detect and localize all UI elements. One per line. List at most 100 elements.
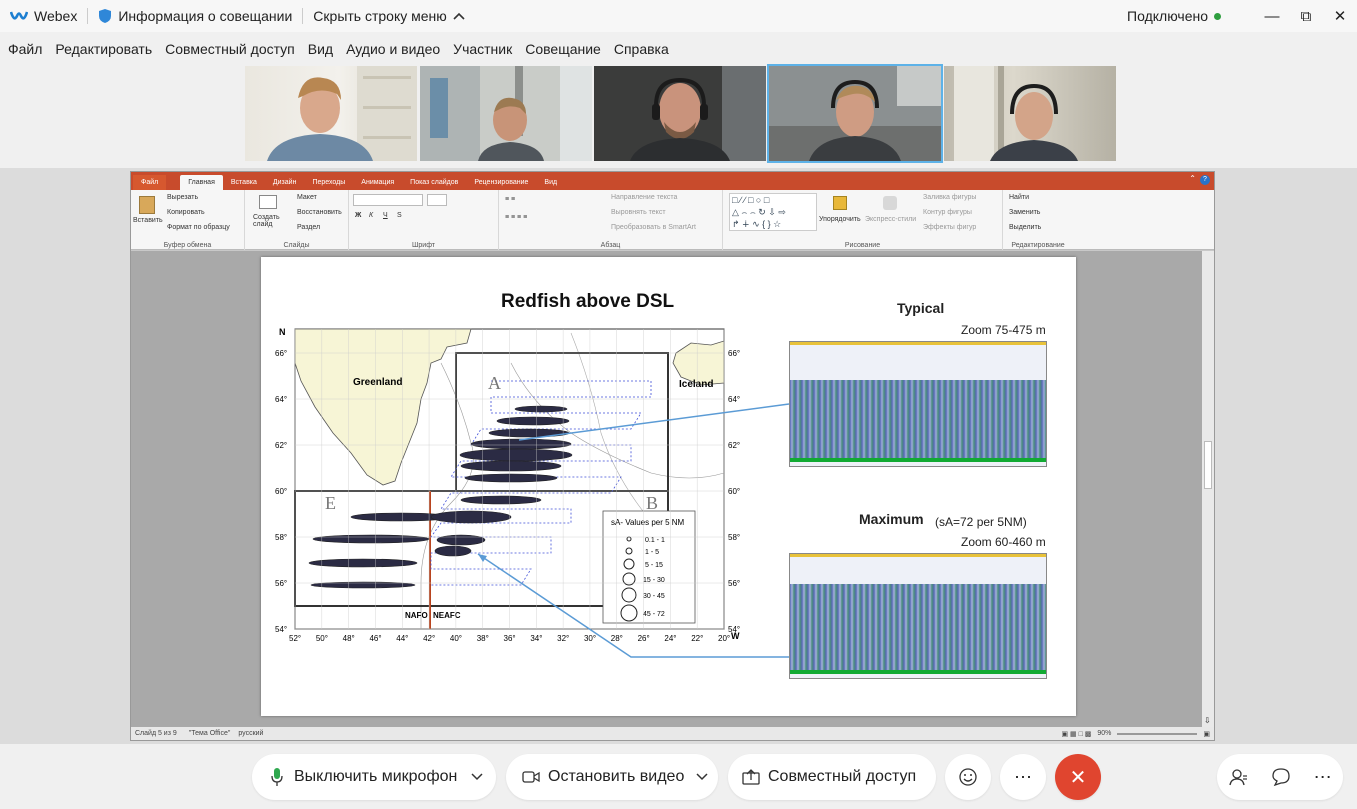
share-button[interactable]: Совместный доступ <box>728 754 936 800</box>
cut-button[interactable]: Вырезать <box>167 194 198 201</box>
scroll-thumb[interactable] <box>1204 441 1212 489</box>
menu-meeting[interactable]: Совещание <box>525 41 601 57</box>
format-painter-button[interactable]: Формат по образцу <box>167 224 230 231</box>
collapse-ribbon-icon[interactable]: ⌃ <box>1189 174 1196 183</box>
tab-insert[interactable]: Вставка <box>223 175 265 190</box>
select-button[interactable]: Выделить <box>1009 224 1041 231</box>
participant-video-1[interactable] <box>245 66 417 161</box>
strikethrough-icon[interactable]: S <box>397 212 402 219</box>
participant-video-4[interactable] <box>767 64 943 163</box>
arrange-button[interactable]: Упорядочить <box>819 216 861 223</box>
view-buttons[interactable]: ▣ ▦ □ ▩ <box>1061 730 1091 738</box>
fit-slide-icon[interactable]: ▣ <box>1203 730 1210 738</box>
lon-label: 42° <box>423 634 435 643</box>
lon-label: 32° <box>557 634 569 643</box>
group-font: Ж К Ч S Шрифт <box>349 190 499 250</box>
vertical-scrollbar[interactable]: ⇩ <box>1202 251 1214 729</box>
lon-label: 46° <box>369 634 381 643</box>
slide[interactable]: Redfish above DSL sA- Values per 5 NM 0.… <box>261 257 1076 716</box>
chevron-down-icon[interactable] <box>471 773 483 781</box>
paste-button[interactable]: Вставить <box>133 217 163 224</box>
lon-label: 48° <box>343 634 355 643</box>
restore-icon[interactable]: ⧉ <box>1289 8 1323 25</box>
reset-button[interactable]: Восстановить <box>297 209 342 216</box>
survey-map: sA- Values per 5 NM 0.1 - 1 1 - 5 5 - 15… <box>275 327 740 643</box>
tab-slideshow[interactable]: Показ слайдов <box>402 175 466 190</box>
zone-b-label: B <box>646 493 658 513</box>
underline-icon[interactable]: Ч <box>383 212 388 219</box>
video-button[interactable]: Остановить видео <box>506 754 718 800</box>
shape-fill-button[interactable]: Заливка фигуры <box>923 194 976 201</box>
panel-buttons: ⋯ <box>1217 754 1343 800</box>
replace-button[interactable]: Заменить <box>1009 209 1040 216</box>
participant-video-3[interactable] <box>594 66 766 161</box>
menu-edit[interactable]: Редактировать <box>55 41 152 57</box>
menu-participant[interactable]: Участник <box>453 41 512 57</box>
text-direction-button[interactable]: Направление текста <box>611 194 677 201</box>
align-icons[interactable]: ≡ ≡ ≡ ≡ <box>505 214 527 221</box>
chat-icon[interactable] <box>1271 767 1291 787</box>
shape-effects-button[interactable]: Эффекты фигур <box>923 224 976 231</box>
zoom-slider[interactable] <box>1117 732 1198 735</box>
italic-icon[interactable]: К <box>369 212 373 219</box>
lat-label-right: 64° <box>728 395 740 404</box>
close-icon[interactable]: ✕ <box>1323 7 1357 25</box>
lat-label-left: 56° <box>275 579 287 588</box>
participants-icon[interactable] <box>1228 767 1248 787</box>
meeting-info-button[interactable]: Информация о совещании <box>98 8 292 24</box>
mute-label: Выключить микрофон <box>294 768 458 785</box>
reactions-button[interactable] <box>945 754 991 800</box>
hide-menu-button[interactable]: Скрыть строку меню <box>313 8 465 24</box>
typical-label: Typical <box>897 300 945 316</box>
bold-icon[interactable]: Ж <box>355 212 361 219</box>
end-meeting-button[interactable]: ✕ <box>1055 754 1101 800</box>
zone-e-label: E <box>325 493 336 513</box>
bullets-icon[interactable]: ≡ ≡ <box>505 196 515 203</box>
tab-view[interactable]: Вид <box>536 175 565 190</box>
quick-styles-button[interactable]: Экспресс-стили <box>865 216 916 223</box>
new-slide-button[interactable]: Создать слайд <box>253 214 283 228</box>
participant-video-2[interactable] <box>420 66 592 161</box>
mute-button[interactable]: Выключить микрофон <box>252 754 496 800</box>
chevron-down-icon[interactable] <box>696 773 708 781</box>
menu-file[interactable]: Файл <box>8 41 42 57</box>
next-slide-icon[interactable]: ⇩ <box>1204 716 1211 725</box>
more-options-button[interactable]: ⋯ <box>1000 754 1046 800</box>
tab-transitions[interactable]: Переходы <box>304 175 353 190</box>
menu-share[interactable]: Совместный доступ <box>165 41 295 57</box>
find-button[interactable]: Найти <box>1009 194 1029 201</box>
menu-view[interactable]: Вид <box>308 41 333 57</box>
echogram-typical <box>789 341 1047 467</box>
font-name-box[interactable] <box>353 194 423 206</box>
legend-title: sA- Values per 5 NM <box>611 518 685 527</box>
group-clipboard: Вставить Вырезать Копировать Формат по о… <box>131 190 245 250</box>
tab-design[interactable]: Дизайн <box>265 175 305 190</box>
lat-label-right: 62° <box>728 441 740 450</box>
font-size-box[interactable] <box>427 194 447 206</box>
tab-animation[interactable]: Анимация <box>353 175 402 190</box>
status-dot-icon <box>1214 12 1221 20</box>
group-label: Слайды <box>283 242 310 249</box>
connection-status: Подключено <box>1127 8 1208 24</box>
menu-audio-video[interactable]: Аудио и видео <box>346 41 440 57</box>
lat-label-right: 54° <box>728 625 740 634</box>
shape-outline-button[interactable]: Контур фигуры <box>923 209 972 216</box>
legend-item-5: 30 - 45 <box>643 593 665 600</box>
ppt-status-bar: Слайд 5 из 9 "Тема Office" русский ▣ ▦ □… <box>131 727 1214 740</box>
smartart-button[interactable]: Преобразовать в SmartArt <box>611 224 696 231</box>
shapes-gallery[interactable]: □ ∕ ∕ □ ○ □ △ ⌢ ⌢ ↻ ⇩ ⇨ ↱ ∔ ∿ { } ☆ <box>729 193 817 231</box>
section-button[interactable]: Раздел <box>297 224 320 231</box>
minimize-icon[interactable]: — <box>1255 8 1289 25</box>
copy-button[interactable]: Копировать <box>167 209 205 216</box>
tab-review[interactable]: Рецензирование <box>466 175 536 190</box>
shared-screen: Файл Главная Вставка Дизайн Переходы Ани… <box>0 168 1357 744</box>
layout-button[interactable]: Макет <box>297 194 317 201</box>
more-panels-icon[interactable]: ⋯ <box>1314 767 1332 788</box>
lat-label-right: 66° <box>728 349 740 358</box>
tab-home[interactable]: Главная <box>180 175 223 190</box>
participant-video-5[interactable] <box>944 66 1116 161</box>
tab-file[interactable]: Файл <box>133 175 167 190</box>
help-icon[interactable]: ? <box>1200 175 1210 185</box>
align-text-button[interactable]: Выровнять текст <box>611 209 666 216</box>
menu-help[interactable]: Справка <box>614 41 669 57</box>
